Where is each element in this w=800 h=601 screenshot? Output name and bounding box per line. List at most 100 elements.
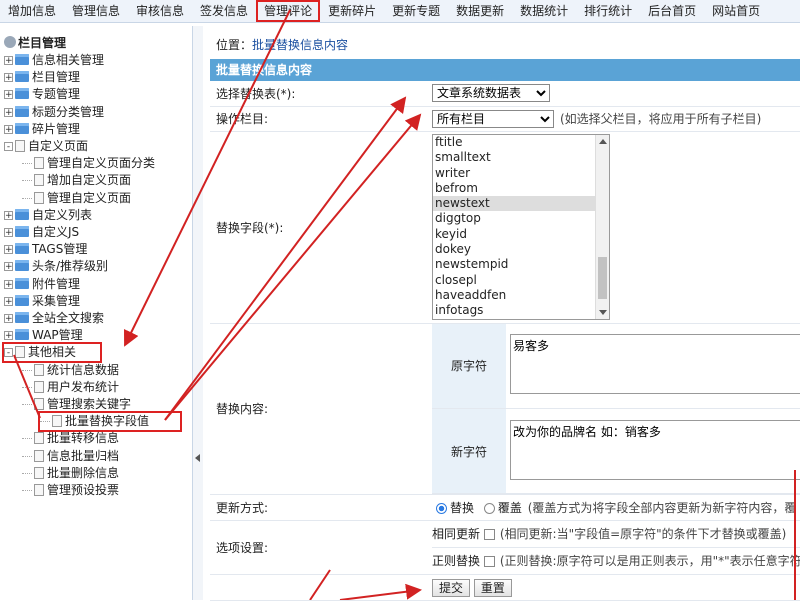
tree-item[interactable]: 批量转移信息 [22, 430, 119, 447]
nav-item[interactable]: 管理评论 [256, 0, 321, 22]
tree-item[interactable]: 信息批量归档 [22, 448, 119, 465]
expand-toggle-icon[interactable]: + [4, 90, 13, 100]
page-icon [34, 380, 44, 393]
nav-item[interactable]: 排行统计 [576, 0, 640, 22]
expand-toggle-icon[interactable]: + [4, 124, 13, 134]
tree-item[interactable]: + 附件管理 [4, 276, 80, 293]
field-option[interactable]: befrom [433, 181, 609, 196]
expand-toggle-icon[interactable]: + [4, 314, 13, 324]
tree-item[interactable]: 管理自定义页面分类 [22, 155, 155, 172]
folder-icon [15, 88, 29, 100]
nav-item[interactable]: 更新专题 [384, 0, 448, 22]
expand-toggle-icon[interactable]: - [4, 142, 13, 152]
field-option[interactable]: newstext [433, 196, 609, 212]
scroll-thumb[interactable] [598, 257, 607, 299]
tree-item[interactable]: + TAGS管理 [4, 241, 87, 258]
nav-item[interactable]: 数据统计 [512, 0, 576, 22]
nav-item[interactable]: 后台首页 [640, 0, 704, 22]
field-option[interactable]: keyid [433, 227, 609, 242]
expand-toggle-icon[interactable]: + [4, 228, 13, 238]
tree-item[interactable]: + 标题分类管理 [4, 104, 104, 121]
tree-item[interactable]: 增加自定义页面 [22, 172, 131, 189]
new-textarea[interactable]: 改为你的品牌名 如：销客多 [510, 419, 800, 480]
collapse-left-icon[interactable] [195, 454, 200, 462]
tree-connector [40, 421, 50, 423]
tree-item[interactable]: + WAP管理 [4, 327, 83, 344]
breadcrumb-link[interactable]: 批量替换信息内容 [252, 38, 348, 52]
tree-item[interactable]: 管理自定义页面 [22, 190, 131, 207]
tree-item[interactable]: + 自定义列表 [4, 207, 92, 224]
field-option[interactable]: closepl [433, 273, 609, 288]
scroll-up-icon[interactable] [599, 139, 607, 144]
field-option[interactable]: writer [433, 166, 609, 181]
tree-item[interactable]: + 碎片管理 [4, 121, 80, 138]
field-listbox[interactable]: ftitle smalltext writer befrom newstext diggt… [432, 134, 610, 320]
same-update-checkbox[interactable] [483, 529, 495, 540]
sidebar-collapse-handle[interactable] [193, 26, 203, 600]
tree-item[interactable]: + 头条/推荐级别 [4, 258, 108, 275]
tree-item[interactable]: 管理预设投票 [22, 482, 119, 499]
tree-item[interactable]: 批量替换字段值 [38, 411, 182, 433]
expand-toggle-icon[interactable]: + [4, 245, 13, 255]
tree-item[interactable]: - 其他相关 [2, 342, 102, 364]
replace-radio[interactable] [436, 503, 447, 514]
regex-checkbox[interactable] [483, 556, 495, 567]
tree-item[interactable]: 管理搜索关键字 [22, 396, 131, 413]
column-select[interactable]: 所有栏目 [432, 109, 554, 128]
orig-textarea[interactable]: 易客多 [510, 334, 800, 395]
tree-item-label: WAP管理 [32, 328, 83, 343]
tree-item-label: TAGS管理 [32, 242, 88, 257]
field-option[interactable]: diggtop [433, 211, 609, 226]
expand-toggle-icon[interactable]: + [4, 331, 13, 341]
expand-toggle-icon[interactable]: - [4, 348, 13, 358]
nav-item[interactable]: 网站首页 [704, 0, 768, 22]
tree-item[interactable]: + 自定义JS [4, 224, 79, 241]
field-option[interactable]: newstempid [433, 257, 609, 272]
tree-item-label: 专题管理 [32, 87, 81, 102]
reset-button[interactable]: 重置 [473, 578, 512, 597]
expand-toggle-icon[interactable]: + [4, 262, 13, 272]
nav-item[interactable]: 数据更新 [448, 0, 512, 22]
cover-radio[interactable] [483, 503, 495, 514]
tree-item[interactable]: + 栏目管理 [4, 69, 80, 86]
nav-item[interactable]: 增加信息 [0, 0, 64, 22]
tree-item[interactable]: 批量删除信息 [22, 465, 119, 482]
tree-item-label: 增加自定义页面 [47, 173, 132, 188]
nav-item[interactable]: 签发信息 [192, 0, 256, 22]
field-option[interactable]: infotags [433, 303, 609, 318]
column-hint: (如选择父栏目，将应用于所有子栏目) [560, 111, 762, 126]
replace-table: 原字符 易客多 新字符 改为你的品牌名 如：销客多 [432, 323, 800, 494]
mode-label: 更新方式: [210, 494, 432, 521]
field-option[interactable]: ftitle [433, 135, 609, 150]
folder-icon [15, 243, 29, 255]
expand-toggle-icon[interactable]: + [4, 210, 13, 220]
listbox-scrollbar[interactable] [595, 135, 609, 319]
table-select[interactable]: 文章系统数据表 [432, 84, 550, 103]
tree-item-label: 其他相关 [28, 345, 77, 360]
field-option[interactable]: dokey [433, 242, 609, 257]
nav-item[interactable]: 管理信息 [64, 0, 128, 22]
tree-item[interactable]: 统计信息数据 [22, 362, 119, 379]
tree-item-label: 头条/推荐级别 [32, 259, 109, 274]
expand-toggle-icon[interactable]: + [4, 296, 13, 306]
submit-button[interactable]: 提交 [432, 578, 471, 597]
expand-toggle-icon[interactable]: + [4, 279, 13, 289]
tree-item[interactable]: 用户发布统计 [22, 379, 119, 396]
expand-toggle-icon[interactable]: + [4, 56, 13, 66]
nav-item[interactable]: 审核信息 [128, 0, 192, 22]
field-option[interactable]: haveaddfen [433, 288, 609, 303]
field-option[interactable]: smalltext [433, 150, 609, 165]
table-label: 选择替换表(*): [210, 81, 432, 107]
top-nav: 增加信息 管理信息 审核信息 签发信息 管理评论 更新碎片 更新专题 数据更新 数据统计 排行统计… [0, 0, 800, 23]
tree-item[interactable]: + 采集管理 [4, 293, 80, 310]
tree-item[interactable]: + 信息相关管理 [4, 52, 104, 69]
tree-item[interactable]: + 专题管理 [4, 86, 80, 103]
tree-item[interactable]: - 自定义页面 [4, 138, 88, 155]
open-folder-icon [15, 140, 25, 152]
nav-item[interactable]: 更新碎片 [320, 0, 384, 22]
options-label: 选项设置: [210, 520, 432, 575]
expand-toggle-icon[interactable]: + [4, 73, 13, 83]
scroll-down-icon[interactable] [599, 310, 607, 315]
expand-toggle-icon[interactable]: + [4, 107, 13, 117]
tree-item[interactable]: + 全站全文搜索 [4, 310, 104, 327]
